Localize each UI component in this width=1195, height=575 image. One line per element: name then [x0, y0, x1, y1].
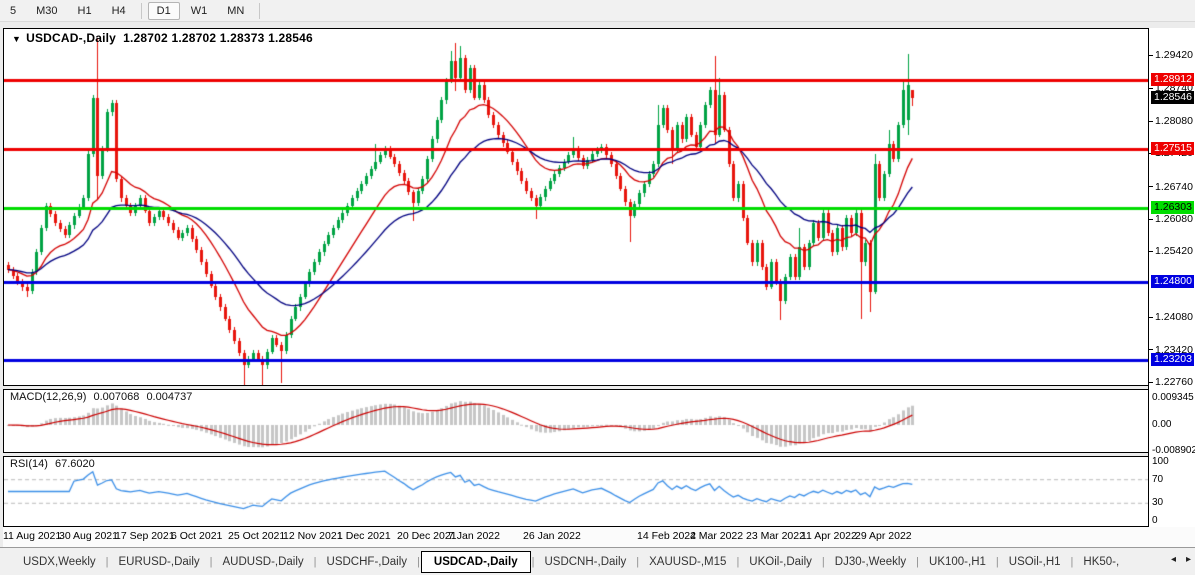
macd-name: MACD(12,26,9) [10, 391, 87, 403]
tab-scroll-right-icon[interactable]: ▸ [1186, 554, 1191, 565]
current-price-label: 1.28546 [1151, 90, 1194, 104]
symbol-tab-eurusddaily[interactable]: EURUSD-,Daily [110, 552, 209, 572]
macd-main-value: 0.007068 [93, 391, 140, 403]
date-tick-label: 14 Feb 2022 [637, 530, 696, 542]
date-tick-label: 25 Oct 2021 [228, 530, 286, 542]
price-tick: 1.26080 [1149, 213, 1193, 225]
timeframe-button-d1[interactable]: D1 [147, 1, 180, 20]
rsi-value: 67.6020 [54, 458, 95, 470]
level-price-label: 1.26303 [1151, 201, 1194, 215]
date-tick-label: 7 Jan 2022 [448, 530, 500, 542]
symbol-tab-hk50[interactable]: HK50-, [1074, 552, 1128, 572]
date-tick-label: 23 Mar 2022 [746, 530, 805, 542]
symbol-tab-ukoildaily[interactable]: UKOil-,Daily [740, 552, 821, 572]
rsi-name: RSI(14) [10, 458, 48, 470]
date-tick-label: 30 Aug 2021 [59, 530, 118, 542]
date-tick-label: 11 Aug 2021 [3, 530, 62, 542]
symbol-tab-xauusdm15[interactable]: XAUUSD-,M15 [640, 552, 735, 572]
price-tick: 1.26740 [1149, 181, 1193, 193]
price-tick: 1.29420 [1149, 49, 1193, 61]
time-axis[interactable]: 11 Aug 2021 30 Aug 2021 17 Sep 2021 6 Oct 2… [3, 527, 1195, 547]
symbol-tab-usdxweekly[interactable]: USDX,Weekly [14, 552, 105, 572]
timeframe-button-w1[interactable]: W1 [182, 2, 217, 20]
date-tick-label: 4 Mar 2022 [690, 530, 744, 542]
level-price-label: 1.23203 [1151, 353, 1194, 367]
price-tick: 1.24080 [1149, 311, 1193, 323]
symbol-tab-usdchfdaily[interactable]: USDCHF-,Daily [318, 552, 417, 572]
date-tick-label: 12 Nov 2021 [283, 530, 343, 542]
rsi-axis-tick: 100 [1152, 456, 1169, 467]
price-tick: 1.25420 [1149, 245, 1193, 257]
date-tick-label: 29 Apr 2022 [855, 530, 912, 542]
date-tick-label: 17 Sep 2021 [115, 530, 175, 542]
macd-indicator-label: MACD(12,26,9) 0.007068 0.004737 [10, 391, 196, 403]
chart-ohlc-values: 1.28702 1.28702 1.28373 1.28546 [123, 31, 313, 45]
timeframe-button-h1[interactable]: H1 [69, 2, 101, 20]
timeframe-button-h4[interactable]: H4 [103, 2, 135, 20]
level-price-label: 1.27515 [1151, 141, 1194, 155]
level-price-label: 1.28912 [1151, 72, 1194, 86]
symbol-tab-audusddaily[interactable]: AUDUSD-,Daily [214, 552, 313, 572]
macd-signal-value: 0.004737 [146, 391, 193, 403]
symbol-tabbar: USDX,Weekly | EURUSD-,Daily | AUDUSD-,Daily |… [0, 547, 1195, 575]
date-tick-label: 26 Jan 2022 [523, 530, 581, 542]
rsi-canvas[interactable] [4, 457, 1148, 526]
timeframe-button-group: 5 M30 H1 H4 D1 W1 MN [0, 1, 265, 20]
symbol-tab-dj30weekly[interactable]: DJ30-,Weekly [826, 552, 915, 572]
tab-scroll-left-icon[interactable]: ◂ [1171, 554, 1176, 565]
price-chart-canvas[interactable] [4, 29, 1148, 385]
toolbar-separator [140, 2, 142, 19]
level-price-label: 1.24800 [1151, 274, 1194, 288]
toolbar-separator [259, 2, 261, 19]
macd-axis-tick: -0.008902 [1152, 444, 1195, 456]
chart-dropdown-icon[interactable]: ▼ [12, 34, 21, 44]
symbol-tab-usdcaddaily[interactable]: USDCAD-,Daily [420, 550, 531, 573]
chart-title: ▼ USDCAD-,Daily 1.28702 1.28702 1.28373 1… [12, 31, 313, 45]
price-tick: 1.22760 [1149, 376, 1193, 388]
date-tick-label: 6 Oct 2021 [171, 530, 223, 542]
price-tick: 1.28080 [1149, 115, 1193, 127]
symbol-tab-uk100h1[interactable]: UK100-,H1 [920, 552, 995, 572]
rsi-indicator-label: RSI(14) 67.6020 [10, 458, 99, 470]
terminal-window: 5 M30 H1 H4 D1 W1 MN ▼ USDCAD-,Daily 1.28702 1.… [0, 0, 1195, 575]
chart-symbol-label: USDCAD-,Daily [26, 31, 117, 45]
date-tick-label: 1 Dec 2021 [337, 530, 391, 542]
macd-axis-tick: 0.009345 [1152, 392, 1194, 403]
macd-axis-tick: 0.00 [1152, 419, 1172, 430]
symbol-tab-list: USDX,Weekly | EURUSD-,Daily | AUDUSD-,Daily |… [14, 550, 1128, 573]
timeframe-button-mn[interactable]: MN [218, 2, 253, 20]
date-tick-label: 11 Apr 2022 [801, 530, 857, 542]
timeframe-button-m30[interactable]: M30 [27, 2, 66, 20]
rsi-axis-tick: 0 [1152, 515, 1158, 526]
symbol-tab-usdcnhdaily[interactable]: USDCNH-,Daily [535, 552, 635, 572]
timeframe-button-5[interactable]: 5 [1, 2, 25, 20]
tab-scroll-arrows: ◂ ▸ [1171, 554, 1191, 565]
timeframe-toolbar: 5 M30 H1 H4 D1 W1 MN [0, 0, 1195, 22]
symbol-tab-usoilh1[interactable]: USOil-,H1 [1000, 552, 1070, 572]
rsi-axis-tick: 30 [1152, 497, 1164, 509]
price-axis[interactable]: 1.294201.287401.280801.274201.267401.260… [1149, 28, 1195, 547]
rsi-axis-tick: 70 [1152, 473, 1164, 485]
